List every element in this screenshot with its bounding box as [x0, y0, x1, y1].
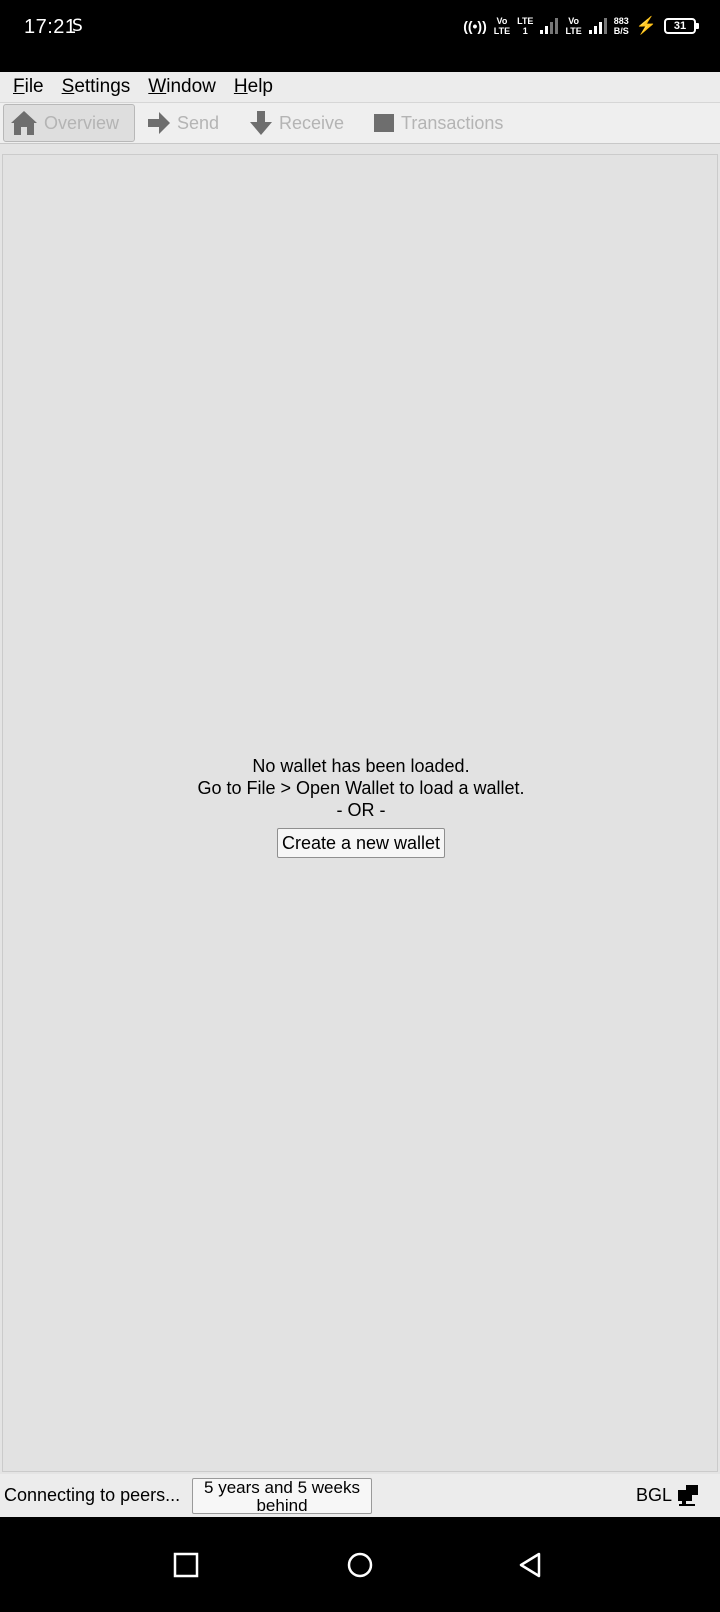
battery-icon: 31 — [664, 18, 699, 34]
home-button[interactable] — [334, 1539, 386, 1591]
create-wallet-button[interactable]: Create a new wallet — [276, 828, 446, 858]
volte-bottom: LTE — [493, 26, 511, 36]
back-button[interactable] — [504, 1539, 556, 1591]
menubar: File Settings Window Help — [0, 72, 720, 102]
open-wallet-hint: Go to File > Open Wallet to load a walle… — [197, 778, 525, 798]
sync-progress-bar: 5 years and 5 weeks behind — [192, 1478, 372, 1515]
volte-top: Vo — [496, 16, 508, 26]
tab-transactions-label: Transactions — [401, 112, 504, 133]
toolbar: Overview Send Receive Transactions — [0, 102, 720, 144]
menu-file[interactable]: File — [4, 76, 53, 98]
android-nav-bar — [0, 1517, 720, 1612]
recents-button[interactable] — [160, 1539, 212, 1591]
sync-progress-line2: behind — [256, 1496, 308, 1515]
transactions-icon — [374, 114, 394, 132]
no-wallet-line: No wallet has been loaded. — [252, 756, 470, 776]
connection-status: Connecting to peers... — [4, 1485, 181, 1505]
square-icon — [173, 1552, 199, 1578]
speed-value: 883 — [613, 16, 629, 26]
notification-s-icon: S — [72, 16, 83, 36]
home-icon — [11, 111, 37, 135]
unit-label[interactable]: BGL — [636, 1485, 672, 1506]
signal-2-icon — [588, 18, 607, 34]
arrow-down-icon — [250, 111, 272, 135]
tab-send[interactable]: Send — [141, 104, 237, 142]
status-line: Connecting to peers... 5 years and 5 wee… — [0, 1474, 720, 1517]
wallet-app-window: File Settings Window Help Overview Send … — [0, 72, 720, 1517]
volte-2-top: Vo — [568, 16, 580, 26]
tab-overview-label: Overview — [44, 112, 120, 133]
lte-top: LTE — [517, 16, 534, 26]
circle-icon — [347, 1552, 373, 1578]
sync-progress-line1: 5 years and 5 weeks — [204, 1478, 360, 1497]
volte-2-icon: Vo LTE — [565, 16, 581, 36]
tab-send-label: Send — [177, 112, 220, 133]
volte-icon: Vo LTE — [494, 16, 510, 36]
menu-settings[interactable]: Settings — [53, 76, 140, 98]
volte-2-bottom: LTE — [565, 26, 582, 36]
speed-unit: B/S — [613, 26, 629, 36]
no-wallet-message: No wallet has been loaded. Go to File > … — [3, 755, 719, 858]
menu-help[interactable]: Help — [225, 76, 282, 98]
tab-overview[interactable]: Overview — [3, 104, 135, 142]
lte-icon: LTE 1 — [517, 16, 533, 36]
android-status-bar: 17:21 S ((•)) Vo LTE LTE 1 Vo LTE 883 B/… — [0, 0, 720, 72]
tab-transactions[interactable]: Transactions — [367, 104, 509, 142]
network-activity-icon[interactable] — [676, 1483, 700, 1507]
lte-bottom: 1 — [522, 26, 528, 36]
status-icons: ((•)) Vo LTE LTE 1 Vo LTE 883 B/S ⚡ 31 — [463, 16, 699, 36]
tab-receive-label: Receive — [279, 112, 345, 133]
or-separator: - OR - — [336, 800, 386, 820]
tab-receive[interactable]: Receive — [243, 104, 361, 142]
arrow-right-icon — [148, 112, 170, 134]
main-panel: No wallet has been loaded. Go to File > … — [2, 154, 718, 1472]
network-speed: 883 B/S — [614, 16, 629, 36]
status-time: 17:21 — [24, 16, 77, 38]
triangle-back-icon — [519, 1552, 541, 1578]
charging-icon: ⚡ — [635, 16, 657, 35]
signal-1-icon — [540, 18, 559, 34]
hotspot-icon: ((•)) — [463, 18, 487, 34]
menu-window[interactable]: Window — [139, 76, 225, 98]
